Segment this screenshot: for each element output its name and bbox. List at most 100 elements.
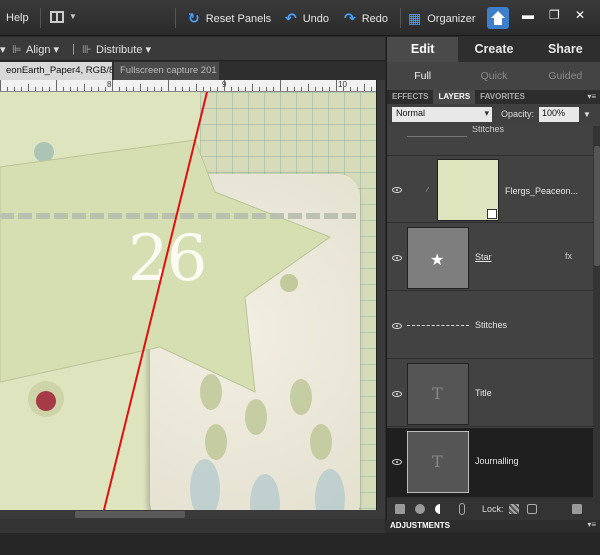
text-layer-icon: T	[432, 384, 443, 403]
layer-row[interactable]: T Title	[387, 360, 593, 427]
ruler-tick	[182, 87, 183, 91]
eye-icon[interactable]	[392, 391, 402, 397]
trash-icon[interactable]	[572, 504, 582, 514]
tab-quick[interactable]: Quick	[458, 62, 529, 90]
close-icon[interactable]: ✕	[575, 8, 585, 22]
layers-list: Stitches ⁄ Flergs_Peaceon... ★ Star fx S…	[387, 126, 593, 498]
ruler-tick	[357, 87, 358, 91]
tab-create[interactable]: Create	[458, 37, 530, 62]
text-layer-icon: T	[432, 452, 443, 471]
align-dropdown[interactable]: Align ▾	[26, 43, 59, 56]
ruler-tick	[238, 87, 239, 91]
eye-icon[interactable]	[392, 323, 402, 329]
reset-panels-label: Reset Panels	[205, 12, 272, 25]
opacity-input[interactable]: 100%	[539, 107, 579, 122]
ruler-tick	[112, 80, 113, 91]
layer-row[interactable]: Stitches	[387, 126, 593, 156]
layer-row-selected[interactable]: T Journalling	[387, 428, 593, 498]
new-layer-icon[interactable]	[395, 504, 405, 514]
link-icon: ⁄	[427, 187, 429, 194]
ruler-tick	[126, 87, 127, 91]
layer-thumbnail: T	[407, 431, 469, 493]
ruler-tick	[91, 87, 92, 91]
eye-icon[interactable]	[392, 255, 402, 261]
ruler-tick	[168, 80, 169, 91]
restore-icon[interactable]: ❐	[549, 8, 560, 22]
ruler-tick	[217, 87, 218, 91]
ruler-tick	[329, 87, 330, 91]
opacity-label: Opacity:	[501, 109, 535, 119]
tab-layers[interactable]: LAYERS	[433, 90, 476, 104]
ruler-tick	[63, 87, 64, 91]
minimize-icon[interactable]: ▬	[522, 8, 534, 22]
reset-panels-button[interactable]: ↻ Reset Panels	[188, 10, 271, 27]
tab-effects[interactable]: EFFECTS	[387, 90, 433, 104]
adjustment-layer-icon[interactable]	[435, 504, 445, 514]
panel-menu-icon[interactable]: ▾≡	[582, 90, 600, 104]
undo-button[interactable]: ↶ Undo	[285, 10, 329, 27]
ruler-tick	[294, 87, 295, 91]
layer-thumbnail	[437, 159, 499, 221]
layer-row[interactable]: ⁄ Flergs_Peaceon...	[387, 157, 593, 223]
organizer-button[interactable]: ▦ Organizer	[408, 10, 476, 27]
layer-thumb-line	[407, 136, 467, 137]
lock-icon[interactable]	[527, 504, 537, 514]
ruler-tick	[105, 87, 106, 91]
tab-edit[interactable]: Edit	[387, 37, 459, 62]
horizontal-scrollbar[interactable]	[0, 510, 385, 519]
chevron-down-icon[interactable]: ▼	[583, 110, 591, 119]
layers-scrollbar[interactable]	[593, 126, 600, 498]
blend-mode-select[interactable]: Normal	[392, 107, 492, 122]
distribute-dropdown[interactable]: Distribute ▾	[96, 43, 151, 56]
link-layers-icon[interactable]	[459, 503, 465, 515]
document-canvas[interactable]: 26	[0, 92, 376, 510]
tab-full[interactable]: Full	[387, 62, 458, 90]
lock-transparency-icon[interactable]	[509, 504, 519, 514]
redo-icon: ↷	[344, 10, 356, 26]
ruler-tick	[280, 80, 281, 91]
layer-thumbnail: T	[407, 363, 469, 425]
document-tab-active[interactable]: eonEarth_Paper4, RGB/8) *	[0, 62, 112, 80]
ruler-tick	[231, 87, 232, 91]
help-menu[interactable]: Help	[6, 12, 29, 24]
menu-separator	[400, 8, 401, 28]
guide-line	[103, 92, 208, 510]
chevron-down-icon[interactable]: ▼	[69, 12, 77, 21]
ruler-tick	[49, 87, 50, 91]
ruler-tick	[28, 84, 29, 91]
ruler-tick	[210, 87, 211, 91]
layer-row[interactable]: ★ Star fx	[387, 224, 593, 291]
layer-row[interactable]: Stitches	[387, 292, 593, 359]
ruler-tick	[259, 87, 260, 91]
tab-share[interactable]: Share	[529, 37, 600, 62]
document-tab-inactive[interactable]: Fullscreen capture 201	[114, 62, 219, 80]
layer-style-icon[interactable]: fx	[565, 251, 572, 261]
ruler-tick	[371, 87, 372, 91]
vertical-scrollbar[interactable]	[376, 80, 385, 510]
ruler-tick	[350, 87, 351, 91]
scroll-thumb[interactable]	[594, 146, 600, 266]
panel-menu-icon[interactable]: ▾≡	[587, 520, 596, 529]
align-icon: ⊫	[12, 44, 22, 56]
organizer-icon: ▦	[408, 10, 422, 26]
mode-tabs: Edit Create Share	[387, 37, 600, 62]
eye-icon[interactable]	[392, 459, 402, 465]
ruler-tick	[252, 84, 253, 91]
redo-button[interactable]: ↷ Redo	[344, 10, 388, 27]
home-icon[interactable]	[487, 7, 509, 29]
adjustments-bar[interactable]: ADJUSTMENTS ▾≡	[386, 520, 600, 532]
distribute-icon: ⊪	[82, 44, 92, 56]
options-arrow[interactable]: ▾	[0, 43, 6, 56]
ruler-tick	[21, 87, 22, 91]
tab-guided[interactable]: Guided	[530, 62, 600, 90]
tool-options-bar: ▾ ⊫ Align ▾ | ⊪ Distribute ▾	[0, 37, 385, 61]
ruler-tick	[42, 87, 43, 91]
scroll-thumb[interactable]	[75, 511, 185, 518]
add-mask-icon[interactable]	[415, 504, 425, 514]
layout-icon[interactable]	[50, 11, 64, 23]
eye-icon[interactable]	[392, 187, 402, 193]
ruler-tick	[70, 87, 71, 91]
tab-favorites[interactable]: FAVORITES	[475, 90, 530, 104]
undo-icon: ↶	[285, 10, 297, 26]
ruler-tick	[56, 80, 57, 91]
